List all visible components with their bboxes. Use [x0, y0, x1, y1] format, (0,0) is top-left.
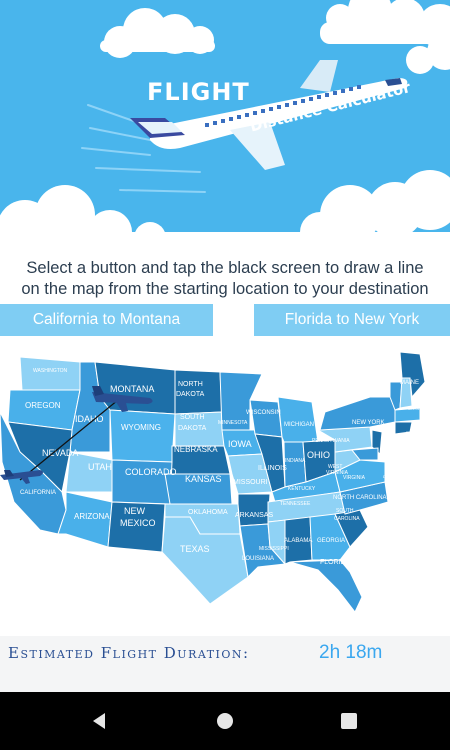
- florida-to-new-york-button[interactable]: Florida to New York: [254, 304, 450, 336]
- label-new-jersey: NEW JERSEY: [393, 451, 419, 456]
- label-rhode-island: RHODE ISLAND: [406, 430, 436, 435]
- state-florida: [289, 559, 363, 613]
- us-map-svg: WASHINGTON OREGON IDAHO MONTANA WYOMING …: [0, 351, 444, 613]
- label-north-dakota-2: DAKOTA: [176, 391, 205, 398]
- label-maine: MAINE: [400, 380, 419, 386]
- label-south-carolina-1: SOUTH: [336, 508, 354, 514]
- label-arkansas: ARKANSAS: [235, 512, 273, 519]
- label-georgia: GEORGIA: [317, 538, 345, 544]
- recents-square-icon[interactable]: [340, 712, 358, 730]
- label-delaware: DELAWARE: [383, 474, 405, 479]
- label-florida: FLORIDA: [320, 559, 351, 566]
- label-minnesota: MINNESOTA: [218, 420, 248, 426]
- label-massachusetts: MASSACHUSETTS: [408, 406, 444, 411]
- state-utah: [65, 451, 113, 493]
- label-kansas: KANSAS: [185, 474, 222, 484]
- label-wyoming: WYOMING: [121, 423, 161, 432]
- label-tennessee: TENNESSEE: [280, 501, 311, 507]
- route-buttons: California to Montana Florida to New Yor…: [0, 304, 450, 336]
- label-mississippi: MISSISSIPPI: [259, 546, 289, 552]
- label-maryland: MARYLAND: [386, 467, 408, 472]
- state-wisconsin: [249, 399, 283, 438]
- label-nebraska: NEBRASKA: [174, 445, 218, 454]
- label-ohio: OHIO: [307, 450, 330, 460]
- label-new-mexico-2: MEXICO: [120, 518, 156, 528]
- state-wyoming: [109, 409, 176, 463]
- duration-label: Estimated Flight Duration:: [8, 644, 250, 662]
- label-kentucky: KENTUCKY: [288, 486, 316, 492]
- label-vermont: VERMONT: [354, 386, 375, 391]
- header-banner: FLIGHT Distance Calculator: [0, 0, 450, 255]
- home-circle-icon[interactable]: [216, 712, 234, 730]
- label-oregon: OREGON: [25, 401, 61, 410]
- label-south-dakota-2: DAKOTA: [178, 425, 207, 432]
- label-illinois: ILLINOIS: [258, 465, 287, 472]
- label-new-york: NEW YORK: [352, 420, 385, 426]
- label-montana: MONTANA: [110, 384, 154, 394]
- label-utah: UTAH: [88, 462, 112, 472]
- instructions-text: Select a button and tap the black screen…: [0, 258, 450, 300]
- instructions-line-1: Select a button and tap the black screen…: [26, 259, 424, 277]
- us-map[interactable]: WASHINGTON OREGON IDAHO MONTANA WYOMING …: [0, 342, 450, 622]
- california-to-montana-button[interactable]: California to Montana: [0, 304, 213, 336]
- label-west-virginia-2: VIRGINIA: [326, 470, 349, 476]
- label-new-hampshire: NEW HAMPSHIRE: [350, 378, 385, 383]
- banner-artwork: [0, 0, 450, 255]
- label-alabama: ALABAMA: [284, 538, 312, 544]
- instructions-line-2: on the map from the starting location to…: [21, 280, 429, 298]
- app-logo-title: FLIGHT: [147, 78, 250, 106]
- duration-value: 2h 18m: [319, 642, 383, 663]
- back-triangle-icon[interactable]: [90, 712, 108, 730]
- label-south-dakota-1: SOUTH: [180, 414, 205, 421]
- android-nav-bar: [0, 692, 450, 750]
- state-indiana: [283, 441, 307, 488]
- label-texas: TEXAS: [180, 544, 210, 554]
- label-north-dakota-1: NORTH: [178, 381, 203, 388]
- label-connecticut: CONNECTICUT: [403, 437, 433, 442]
- label-south-carolina-2: CAROLINA: [334, 516, 360, 522]
- label-california: CALIFORNIA: [20, 490, 56, 496]
- label-missouri: MISSOURI: [233, 479, 268, 486]
- bottom-clouds: [0, 170, 450, 255]
- label-wisconsin: WISCONSIN: [246, 410, 281, 416]
- label-north-carolina: NORTH CAROLINA: [333, 495, 387, 501]
- state-michigan: [277, 396, 319, 443]
- label-washington: WASHINGTON: [33, 368, 68, 374]
- label-oklahoma: OKLAHOMA: [188, 509, 228, 516]
- label-new-mexico-1: NEW: [124, 506, 146, 516]
- label-louisiana: LOUISIANA: [242, 556, 274, 562]
- label-indiana: INDIANA: [285, 458, 306, 464]
- duration-panel: Estimated Flight Duration: 2h 18m: [0, 636, 450, 692]
- label-nevada: NEVADA: [42, 448, 78, 458]
- label-pennsylvania: PENNSYLVANIA: [312, 438, 350, 444]
- top-clouds: [100, 0, 450, 74]
- state-arkansas: [237, 493, 271, 527]
- label-colorado: COLORADO: [125, 467, 177, 477]
- label-arizona: ARIZONA: [74, 512, 110, 521]
- label-michigan: MICHIGAN: [284, 422, 314, 428]
- label-iowa: IOWA: [228, 439, 252, 449]
